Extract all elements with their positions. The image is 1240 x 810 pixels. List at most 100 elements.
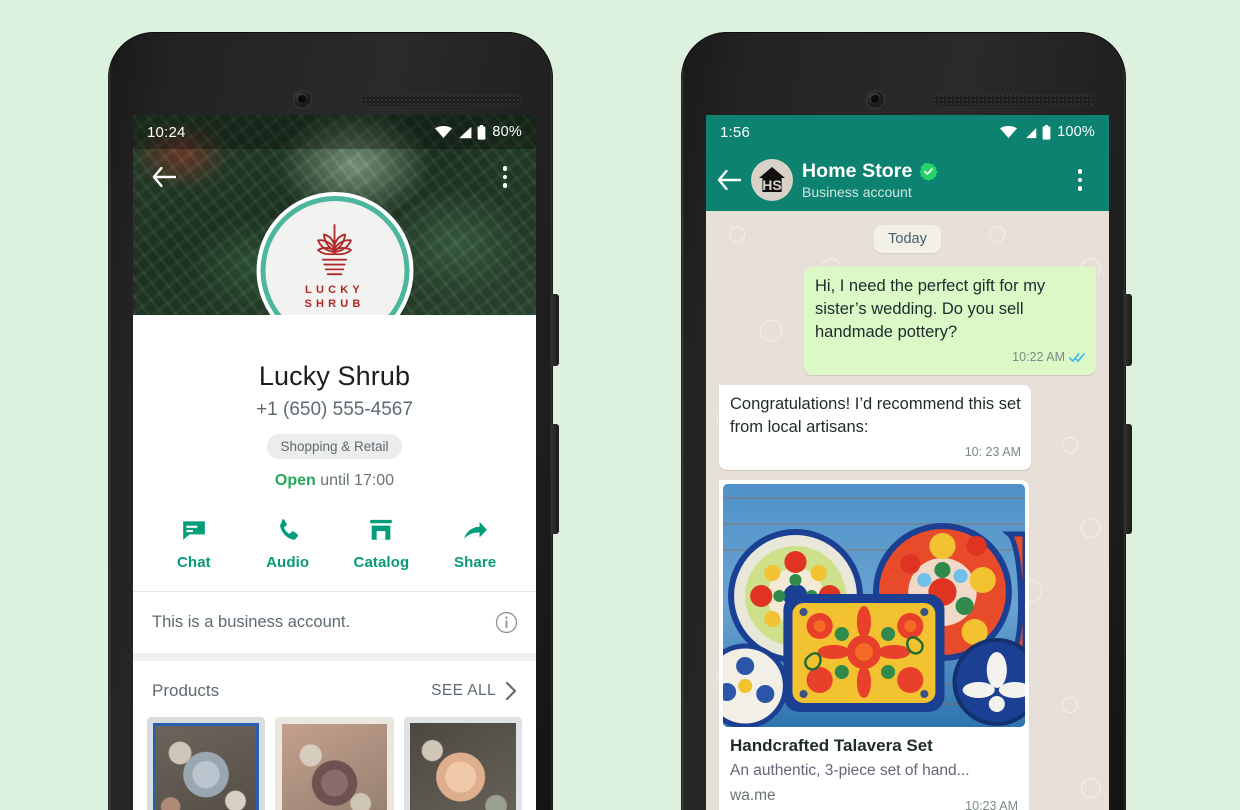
status-time: 10:24 [147, 123, 186, 141]
battery-percent: 80% [492, 124, 522, 140]
logo-text: LUCKY SHRUB [304, 283, 364, 311]
logo-line-2: SHRUB [304, 298, 365, 310]
message-meta: 10: 23 AM [730, 441, 1021, 464]
earpiece-speaker [933, 94, 1095, 107]
message-bubble-outgoing[interactable]: Hi, I need the perfect gift for my siste… [804, 267, 1096, 375]
business-cover-photo: 10:24 80% LUCKY SHRUB [133, 115, 536, 315]
message-list: Today Hi, I need the perfect gift for my… [719, 225, 1096, 810]
action-audio[interactable]: Audio [241, 517, 335, 571]
message-row: Handcrafted Talavera Set An authentic, 3… [719, 480, 1096, 810]
front-camera-icon [294, 91, 311, 108]
status-bar: 10:24 80% [133, 115, 536, 149]
kebab-icon [1077, 169, 1083, 191]
product-thumb-1[interactable] [147, 717, 266, 810]
front-camera-icon [867, 91, 884, 108]
home-store-logo-icon: HS [759, 167, 785, 193]
chat-header: HS Home Store Business account [706, 149, 1109, 211]
category-chip: Shopping & Retail [267, 434, 402, 459]
business-account-row[interactable]: This is a business account. [133, 592, 536, 653]
section-gap [133, 653, 536, 661]
action-audio-label: Audio [266, 554, 310, 571]
arrow-left-icon [152, 167, 176, 187]
contact-info[interactable]: Home Store Business account [802, 160, 1054, 200]
product-card-message[interactable]: Handcrafted Talavera Set An authentic, 3… [719, 480, 1029, 810]
kebab-icon [502, 166, 508, 188]
status-time: 1:56 [720, 123, 750, 141]
talavera-pottery-illustration [723, 484, 1025, 727]
action-share[interactable]: Share [428, 517, 522, 571]
business-account-text: This is a business account. [152, 613, 351, 631]
business-phone[interactable]: +1 (650) 555-4567 [133, 399, 536, 421]
action-share-label: Share [454, 554, 497, 571]
see-all-button[interactable]: SEE ALL [431, 681, 518, 701]
chevron-right-icon [505, 681, 517, 701]
arrow-left-icon [717, 170, 741, 190]
product-card-title: Handcrafted Talavera Set [730, 736, 933, 755]
power-button[interactable] [551, 294, 559, 366]
message-row: Hi, I need the perfect gift for my siste… [719, 267, 1096, 375]
chat-icon [183, 521, 205, 540]
signal-icon [459, 126, 472, 138]
profile-details: Lucky Shrub +1 (650) 555-4567 Shopping &… [133, 315, 536, 591]
info-icon[interactable] [495, 611, 518, 634]
product-card-body: Handcrafted Talavera Set An authentic, 3… [719, 727, 1029, 810]
power-button[interactable] [1124, 294, 1132, 366]
left-phone: 10:24 80% LUCKY SHRUB Lucky Shrub +1 (65… [108, 32, 559, 810]
battery-percent: 100% [1057, 124, 1095, 140]
action-chat[interactable]: Chat [147, 517, 241, 571]
back-button[interactable] [716, 167, 742, 193]
action-catalog[interactable]: Catalog [335, 517, 429, 571]
signal-icon [1026, 127, 1037, 138]
volume-button[interactable] [1124, 424, 1132, 534]
contact-avatar[interactable]: HS [751, 159, 793, 201]
earpiece-speaker [360, 94, 522, 107]
battery-icon [477, 124, 486, 140]
open-status: Open [274, 472, 316, 489]
verified-badge-icon [919, 162, 939, 181]
left-phone-screen: 10:24 80% LUCKY SHRUB Lucky Shrub +1 (65… [133, 115, 536, 810]
product-card-description: An authentic, 3-piece set of hand... [730, 762, 970, 779]
products-header: Products SEE ALL [133, 661, 536, 717]
message-text: Congratulations! I’d recommend this set … [730, 395, 1021, 436]
phone-icon [279, 519, 298, 540]
wifi-icon [1000, 126, 1018, 138]
status-icons: 80% [435, 124, 522, 140]
business-avatar[interactable]: LUCKY SHRUB [265, 201, 404, 315]
message-time: 10:23 AM [965, 799, 1018, 810]
contact-title-row: Home Store [802, 160, 1054, 183]
product-thumb-2[interactable] [275, 717, 394, 810]
right-phone: 1:56 100% HS Home Store Business account… [681, 32, 1132, 810]
action-chat-label: Chat [177, 554, 211, 571]
back-button[interactable] [147, 160, 181, 194]
day-divider: Today [874, 225, 941, 253]
logo-line-1: LUCKY [305, 284, 364, 296]
business-hours: Open until 17:00 [133, 472, 536, 490]
status-bar: 1:56 100% [706, 115, 1109, 149]
product-thumbnails [133, 717, 536, 810]
message-meta: 10:22 AM [815, 346, 1086, 369]
action-row: Chat Audio Catalog Share [133, 517, 536, 591]
action-catalog-label: Catalog [353, 554, 410, 571]
product-thumb-3[interactable] [403, 717, 522, 810]
share-icon [464, 521, 488, 539]
overflow-menu-button[interactable] [488, 160, 522, 194]
store-icon [370, 519, 393, 540]
message-text: Hi, I need the perfect gift for my siste… [815, 277, 1046, 341]
read-receipt-icon [1069, 353, 1085, 362]
wifi-icon [435, 126, 453, 138]
message-bubble-incoming[interactable]: Congratulations! I’d recommend this set … [719, 385, 1031, 470]
message-time: 10: 23 AM [964, 445, 1021, 459]
volume-button[interactable] [551, 424, 559, 534]
overflow-menu-button[interactable] [1063, 163, 1097, 197]
battery-icon [1042, 124, 1051, 140]
see-all-label: SEE ALL [431, 682, 496, 699]
product-image [723, 484, 1025, 727]
profile-toolbar [133, 149, 536, 205]
message-time: 10:22 AM [1012, 350, 1065, 364]
right-phone-screen: 1:56 100% HS Home Store Business account… [706, 115, 1109, 810]
business-name: Lucky Shrub [258, 361, 411, 391]
products-title: Products [152, 681, 220, 700]
message-row: Congratulations! I’d recommend this set … [719, 385, 1096, 470]
chat-body[interactable]: Today Hi, I need the perfect gift for my… [706, 211, 1109, 810]
hours-rest: until 17:00 [315, 472, 395, 489]
